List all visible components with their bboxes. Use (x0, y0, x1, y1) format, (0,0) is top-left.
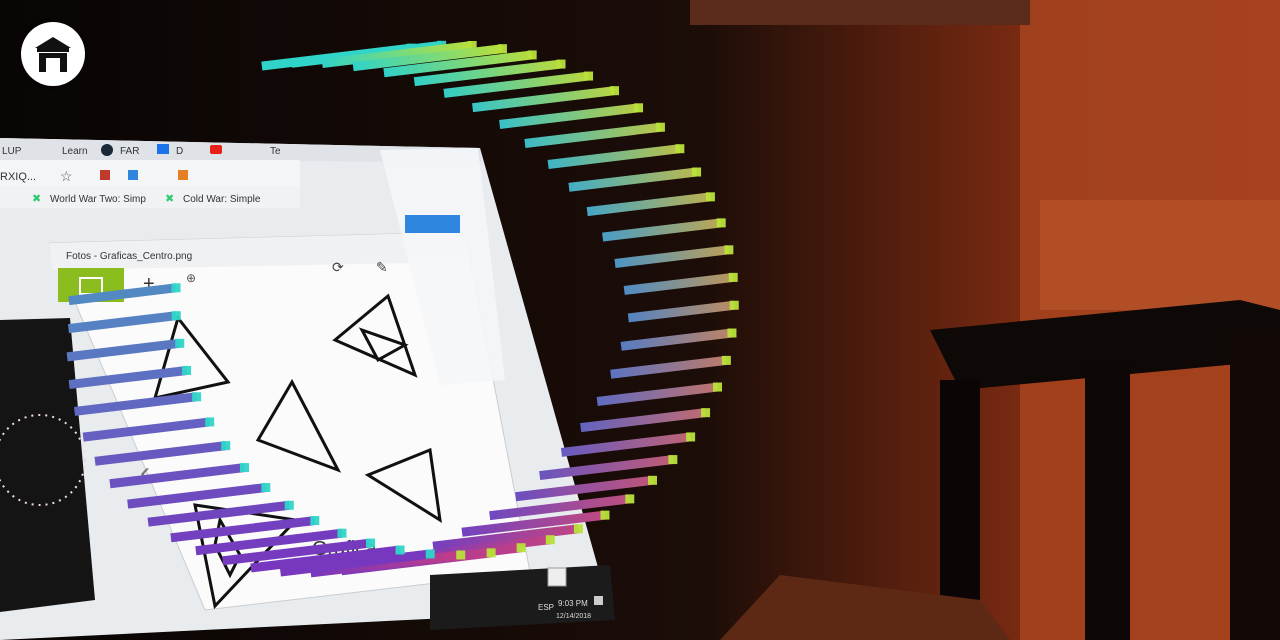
hologram-bar-cap (686, 432, 696, 442)
hologram-bar-cap (366, 538, 376, 548)
hologram-bar-cap (425, 549, 435, 559)
hologram-bar-cap (516, 543, 526, 553)
taskbar-time: 9:03 PM (558, 599, 588, 608)
bookmark-leaf-icon: ✖ (32, 193, 41, 205)
hologram-bar-cap (705, 192, 715, 202)
hologram-bar-cap (634, 103, 644, 113)
hologram-bar-cap (721, 355, 731, 365)
hologram-bar-cap (175, 338, 185, 348)
bookmark-star-icon: ☆ (60, 168, 73, 184)
extension-icon (100, 170, 110, 180)
hologram-bar-cap (701, 408, 711, 418)
hologram-bar-cap (486, 548, 496, 558)
notification-icon (594, 596, 603, 605)
browser-tab-1: LUP (2, 146, 22, 157)
hologram-bar-cap (584, 71, 594, 81)
hologram-bar-cap (205, 417, 215, 427)
bookmark-2: Cold War: Simple (183, 194, 261, 205)
hologram-bar-cap (716, 218, 726, 228)
hologram-bar-cap (545, 535, 555, 545)
browser-tab-3: FAR (120, 146, 139, 157)
hologram-bar-cap (239, 463, 249, 473)
hologram-bar-cap (171, 311, 181, 321)
hologram-bar-cap (675, 144, 685, 154)
hologram-bar-cap (610, 86, 620, 96)
hologram-bar-cap (527, 50, 537, 60)
hologram-bar-cap (647, 475, 657, 485)
hologram-bar-cap (337, 528, 347, 538)
steam-icon (101, 144, 113, 156)
edit-icon: ✎ (376, 259, 388, 275)
hologram-bar-cap (729, 300, 739, 310)
browser-tab-6: Te (270, 146, 281, 157)
hologram-bar-cap (284, 500, 294, 510)
hologram-bar-cap (497, 44, 507, 54)
hologram-bar-cap (395, 545, 405, 555)
hologram-bar-cap (192, 392, 202, 402)
hologram-bar-cap (692, 167, 702, 177)
home-button[interactable] (21, 22, 85, 86)
taskbar-language: ESP (538, 603, 554, 612)
taskbar (430, 565, 615, 630)
hologram-bar-cap (171, 283, 181, 293)
hologram-bar-cap (182, 365, 192, 375)
hologram-bar-cap (728, 272, 738, 282)
browser-tab-2: Learn (62, 146, 88, 157)
home-icon (35, 37, 71, 72)
taskbar-date: 12/14/2018 (556, 613, 591, 620)
wall-cabinet (1040, 200, 1280, 310)
hologram-bar-cap (556, 59, 566, 69)
hologram-bar-cap (724, 245, 734, 255)
hologram-bar-cap (600, 510, 610, 520)
hologram-bar-cap (573, 524, 583, 534)
rotate-icon: ⟳ (332, 259, 344, 275)
hologram-bar-cap (456, 550, 466, 560)
hologram-bar-cap (221, 441, 231, 451)
hologram-bar-cap (727, 328, 737, 338)
tab-favicon (157, 144, 169, 154)
bookmark-1: World War Two: Simp (50, 194, 146, 205)
browser-tab-4: D (176, 146, 183, 157)
address-bar-text: RXIQ... (0, 171, 36, 183)
hologram-bar-cap (655, 122, 665, 132)
hologram-bar-cap (668, 455, 678, 465)
youtube-icon (210, 145, 222, 154)
hologram-bar-cap (625, 494, 635, 504)
photos-window-title: Fotos - Graficas_Centro.png (66, 251, 192, 262)
shelf-top (690, 0, 1030, 25)
extension-icon (128, 170, 138, 180)
hologram-bar-cap (261, 483, 271, 493)
extension-icon (178, 170, 188, 180)
hologram-bar-cap (713, 382, 723, 392)
action-center-icon (547, 567, 567, 587)
ar-camera-scene: LUP Learn FAR D Te RXIQ... ☆ ✖ World War… (0, 0, 1280, 640)
zoom-icon: ⊕ (186, 271, 196, 285)
hologram-bar-cap (310, 516, 320, 526)
blue-button (405, 215, 460, 233)
bookmark-leaf-icon: ✖ (165, 193, 174, 205)
